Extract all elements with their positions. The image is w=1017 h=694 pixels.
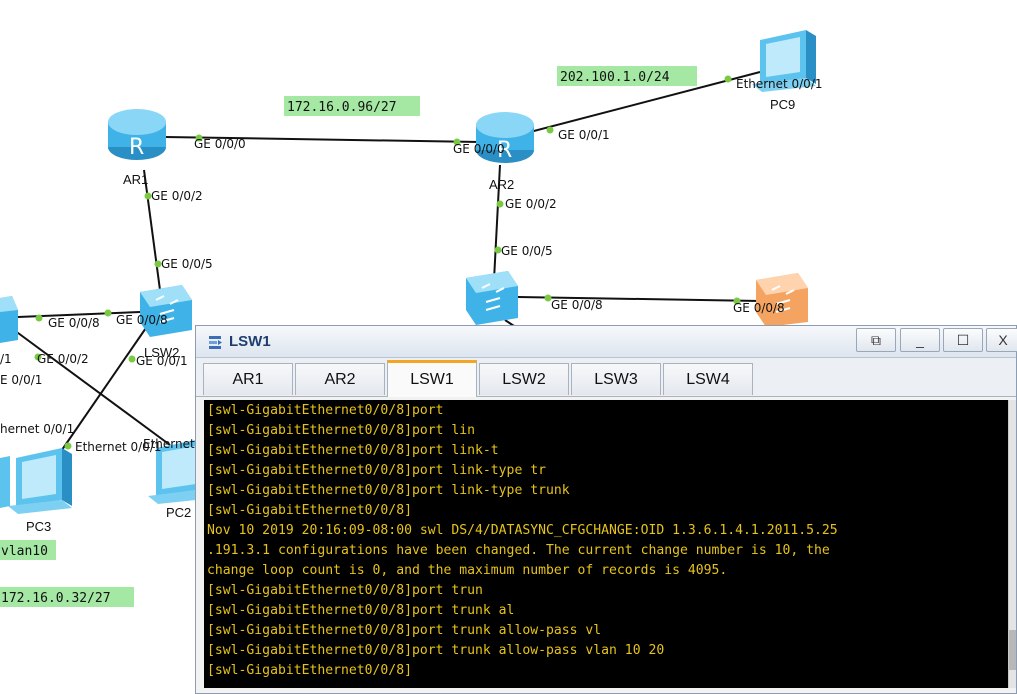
switch-lsw-right[interactable] (466, 271, 518, 325)
tab-ar2[interactable]: AR2 (295, 363, 385, 395)
close-button[interactable]: X (986, 328, 1017, 352)
terminal-scrollbar[interactable] (1008, 400, 1016, 688)
tab-lsw3[interactable]: LSW3 (571, 363, 661, 395)
port-label: hernet 0/0/1 (0, 422, 74, 436)
switch-lsw1[interactable] (0, 296, 18, 343)
minimize-icon: _ (916, 332, 924, 348)
console-app-icon (209, 336, 222, 349)
port-dot (496, 200, 504, 208)
port-label: GE 0/0/8 (551, 298, 603, 312)
console-window[interactable]: LSW1 ⧉ _ ☐ X AR1 AR2 LSW1 LSW2 LSW3 LSW4… (195, 325, 1017, 694)
terminal-output[interactable]: [swl-GigabitEthernet0/0/8]port [swl-Giga… (204, 400, 1008, 688)
title-bar[interactable]: LSW1 ⧉ _ ☐ X (196, 326, 1017, 358)
device-label-ar1: AR1 (123, 172, 148, 187)
port-dot (35, 314, 43, 322)
terminal-line: [swl-GigabitEthernet0/0/8]port trunk all… (207, 643, 665, 658)
subnet-label-vlan10-net: 172.16.0.32/27 (0, 587, 134, 607)
svg-text:vlan10: vlan10 (1, 544, 48, 559)
svg-text:172.16.0.96/27: 172.16.0.96/27 (287, 100, 397, 115)
tab-lsw1[interactable]: LSW1 (387, 360, 477, 397)
device-label-pc9: PC9 (770, 97, 795, 112)
tab-ar1[interactable]: AR1 (203, 363, 293, 395)
maximize-icon: ☐ (956, 332, 970, 348)
port-label: GE 0/0/8 (733, 301, 785, 315)
link-ar1-lsw2[interactable] (143, 169, 161, 291)
terminal-line: .191.3.1 configurations have been change… (207, 543, 830, 558)
terminal-line: [swl-GigabitEthernet0/0/8]port trun (207, 583, 483, 598)
terminal-line: [swl-GigabitEthernet0/0/8] (207, 503, 412, 518)
port-label: GE 0/0/5 (501, 244, 553, 258)
subnet-label-vlan10: vlan10 (0, 540, 56, 560)
port-dot (64, 442, 72, 450)
device-label-ar2: AR2 (489, 177, 514, 192)
terminal-line: [swl-GigabitEthernet0/0/8]port link-type… (207, 463, 546, 478)
terminal-line: change loop count is 0, and the maximum … (207, 563, 728, 578)
terminal-line: [swl-GigabitEthernet0/0/8]port link-type… (207, 483, 570, 498)
terminal-line: [swl-GigabitEthernet0/0/8]port link-t (207, 443, 499, 458)
subnet-label-ar1-ar2: 172.16.0.96/27 (284, 96, 420, 116)
terminal-line: [swl-GigabitEthernet0/0/8]port trunk all… (207, 623, 602, 638)
port-label: Ethernet (143, 437, 195, 451)
terminal-line: [swl-GigabitEthernet0/0/8]port (207, 403, 444, 418)
port-label: GE 0/0/1 (136, 354, 188, 368)
subnet-label-ar2-pc9: 202.100.1.0/24 (557, 66, 697, 86)
port-dot (128, 355, 136, 363)
port-dot (546, 126, 554, 134)
terminal-line: [swl-GigabitEthernet0/0/8]port trunk al (207, 603, 515, 618)
port-label: GE 0/0/0 (453, 142, 505, 156)
port-label: GE 0/0/8 (48, 316, 100, 330)
port-label: GE 0/0/2 (505, 197, 557, 211)
minimize-button[interactable]: _ (900, 328, 940, 352)
tab-lsw4[interactable]: LSW4 (663, 363, 753, 395)
tab-lsw2[interactable]: LSW2 (479, 363, 569, 395)
port-label: Ethernet 0/0/1 (736, 77, 823, 91)
pc-pc3[interactable] (0, 448, 72, 514)
port-dot (104, 309, 112, 317)
svg-text:172.16.0.32/27: 172.16.0.32/27 (1, 591, 111, 606)
router-ar1[interactable]: R (108, 109, 166, 160)
port-label: E 0/0/1 (0, 373, 42, 387)
port-label: GE 0/0/0 (194, 137, 246, 151)
device-label-pc2: PC2 (166, 505, 191, 520)
restore-icon: ⧉ (871, 332, 881, 348)
port-label: /1 (0, 352, 12, 366)
svg-text:202.100.1.0/24: 202.100.1.0/24 (560, 70, 670, 85)
close-icon: X (998, 332, 1008, 348)
terminal-line: [swl-GigabitEthernet0/0/8]port lin (207, 423, 476, 438)
device-tab-strip: AR1 AR2 LSW1 LSW2 LSW3 LSW4 (196, 358, 1016, 397)
svg-text:R: R (129, 135, 144, 160)
port-label: GE 0/0/2 (37, 352, 89, 366)
terminal-line: Nov 10 2019 20:16:09-08:00 swl DS/4/DATA… (207, 523, 838, 538)
switch-lsw2[interactable] (140, 285, 192, 337)
restore-button[interactable]: ⧉ (856, 328, 896, 352)
device-label-pc3: PC3 (26, 519, 51, 534)
maximize-button[interactable]: ☐ (943, 328, 983, 352)
port-label: GE 0/0/5 (161, 257, 213, 271)
terminal-line: [swl-GigabitEthernet0/0/8] (207, 663, 412, 678)
port-label: GE 0/0/1 (558, 128, 610, 142)
port-dot (724, 75, 732, 83)
port-label: GE 0/0/8 (116, 313, 168, 327)
port-label: GE 0/0/2 (151, 189, 203, 203)
window-title: LSW1 (229, 333, 271, 350)
switch-lsw-orange[interactable] (756, 273, 808, 327)
scrollbar-thumb[interactable] (1009, 630, 1016, 670)
